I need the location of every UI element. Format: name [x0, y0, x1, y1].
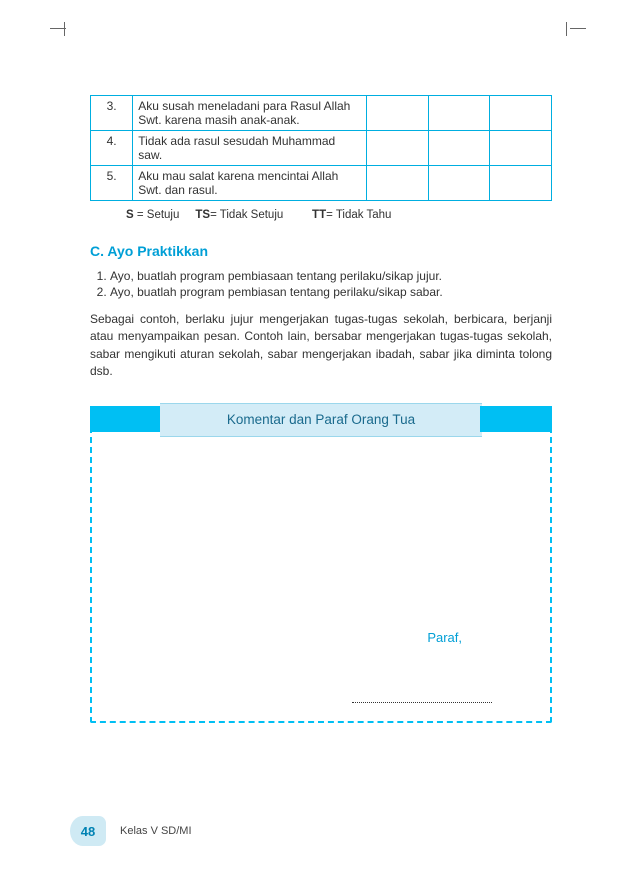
legend-ts-val: = Tidak Setuju — [210, 209, 283, 221]
table-row: 4. Tidak ada rasul sesudah Muhammad saw. — [91, 131, 552, 166]
cell-tt[interactable] — [490, 166, 552, 201]
tab-end-right — [480, 406, 552, 432]
cell-ts[interactable] — [428, 96, 490, 131]
section-c-title: C. Ayo Praktikkan — [90, 243, 552, 259]
cell-ts[interactable] — [428, 131, 490, 166]
legend-tt-key: TT — [312, 209, 326, 221]
row-text: Aku mau salat karena mencintai Allah Swt… — [133, 166, 367, 201]
legend-ts-key: TS — [195, 209, 210, 221]
comment-header-label: Komentar dan Paraf Orang Tua — [160, 403, 482, 437]
row-text: Aku susah meneladani para Rasul Allah Sw… — [133, 96, 367, 131]
list-item: Ayo, buatlah program pembiasaan tentang … — [110, 269, 552, 283]
page-footer: 48 Kelas V SD/MI — [70, 816, 192, 846]
row-number: 5. — [91, 166, 133, 201]
legend-s-key: S — [126, 209, 134, 221]
example-paragraph: Sebagai contoh, berlaku jujur mengerjaka… — [90, 311, 552, 381]
legend-s-val: = Setuju — [134, 209, 180, 221]
dashed-border — [90, 417, 552, 723]
page-content: 3. Aku susah meneladani para Rasul Allah… — [90, 95, 552, 723]
list-item: Ayo, buatlah program pembiasan tentang p… — [110, 285, 552, 299]
page-number-badge: 48 — [70, 816, 106, 846]
row-number: 4. — [91, 131, 133, 166]
instructions-list: Ayo, buatlah program pembiasaan tentang … — [90, 269, 552, 299]
signature-line — [352, 702, 492, 703]
cell-tt[interactable] — [490, 96, 552, 131]
legend-tt-val: = Tidak Tahu — [326, 209, 391, 221]
cell-s[interactable] — [366, 96, 428, 131]
cell-tt[interactable] — [490, 131, 552, 166]
cell-ts[interactable] — [428, 166, 490, 201]
statement-table: 3. Aku susah meneladani para Rasul Allah… — [90, 95, 552, 201]
row-number: 3. — [91, 96, 133, 131]
footer-class-text: Kelas V SD/MI — [120, 825, 192, 837]
statement-tbody: 3. Aku susah meneladani para Rasul Allah… — [91, 96, 552, 201]
cell-s[interactable] — [366, 131, 428, 166]
table-row: 3. Aku susah meneladani para Rasul Allah… — [91, 96, 552, 131]
legend: S = Setuju TS= Tidak Setuju TT= Tidak Ta… — [126, 209, 552, 221]
table-row: 5. Aku mau salat karena mencintai Allah … — [91, 166, 552, 201]
paraf-label: Paraf, — [427, 630, 462, 645]
row-text: Tidak ada rasul sesudah Muhammad saw. — [133, 131, 367, 166]
tab-end-left — [90, 406, 162, 432]
comment-box: Komentar dan Paraf Orang Tua Paraf, — [90, 403, 552, 723]
page-number: 48 — [81, 824, 95, 839]
comment-header-bar: Komentar dan Paraf Orang Tua — [90, 403, 552, 435]
cell-s[interactable] — [366, 166, 428, 201]
